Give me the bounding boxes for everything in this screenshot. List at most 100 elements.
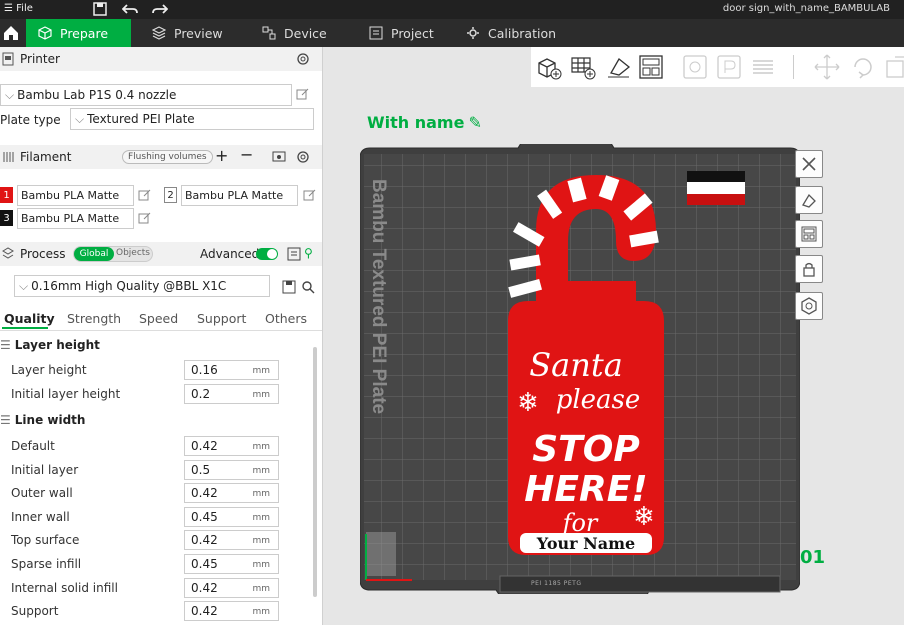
- line-width-support-input[interactable]: 0.42 mm: [184, 601, 279, 621]
- advanced-switch[interactable]: [256, 248, 278, 260]
- pencil-icon[interactable]: ✎: [468, 113, 481, 132]
- add-object-icon[interactable]: [535, 53, 563, 81]
- filament-icon: [3, 152, 14, 162]
- add-filament-icon[interactable]: +: [215, 146, 228, 165]
- move-icon[interactable]: [813, 53, 841, 81]
- compare-icon[interactable]: ⚲: [304, 246, 313, 260]
- object-name-label[interactable]: With name ✎: [367, 113, 482, 132]
- undo-icon[interactable]: [122, 1, 138, 17]
- orient-plate-icon[interactable]: [795, 186, 823, 214]
- flushing-volumes-button[interactable]: Flushing volumes: [122, 150, 213, 164]
- filament-slot-2-color[interactable]: 2: [164, 187, 177, 203]
- close-icon[interactable]: [795, 150, 823, 178]
- line-width-internal-solid-infill-input[interactable]: 0.42 mm: [184, 578, 279, 598]
- title-bar: ☰ File door sign_with_name_BAMBULAB: [0, 0, 904, 19]
- toggle-objects[interactable]: Objects: [116, 248, 150, 258]
- printer-select[interactable]: ⌵ Bambu Lab P1S 0.4 nozzle: [0, 84, 292, 106]
- document-title: door sign_with_name_BAMBULAB: [722, 3, 890, 14]
- param-label: Layer height: [11, 363, 87, 377]
- filament-slot-2[interactable]: Bambu PLA Matte: [181, 185, 298, 206]
- sign-line-stop: STOP: [532, 429, 639, 470]
- line-width-group: ☰ Line width: [0, 413, 86, 427]
- menu-file[interactable]: ☰ File: [4, 3, 33, 14]
- sign-line-here: HERE!: [524, 469, 647, 510]
- auto-orient-icon[interactable]: [605, 53, 633, 81]
- layer-height-group: ☰ Layer height: [0, 338, 100, 352]
- tab-preview[interactable]: Preview: [140, 19, 240, 47]
- plate-footer-text: PEI 1185 PETG: [531, 580, 582, 587]
- split-objects-icon[interactable]: [681, 53, 709, 81]
- process-icon: [2, 247, 14, 259]
- plate-type-select[interactable]: ⌵ Textured PEI Plate: [70, 108, 314, 130]
- layers-toolbar-icon[interactable]: [749, 53, 777, 81]
- line-width-initial-layer-input[interactable]: 0.5 mm: [184, 460, 279, 480]
- layer-height-input[interactable]: 0.16 mm: [184, 360, 279, 380]
- printer-section-header: Printer: [0, 47, 322, 71]
- filament-settings-gear-icon[interactable]: [296, 150, 310, 164]
- line-width-outer-wall-input[interactable]: 0.42 mm: [184, 483, 279, 503]
- sign-name-text: Your Name: [536, 534, 635, 553]
- filament-slot-1[interactable]: Bambu PLA Matte: [17, 185, 134, 206]
- plate-settings-icon[interactable]: [795, 292, 823, 320]
- line-width-top-surface-input[interactable]: 0.42 mm: [184, 530, 279, 550]
- add-plate-icon[interactable]: [569, 53, 597, 81]
- param-label: Initial layer height: [11, 387, 121, 401]
- home-icon[interactable]: [0, 19, 22, 47]
- printer-section-title: Printer: [20, 52, 60, 66]
- scale-icon[interactable]: [883, 53, 904, 81]
- plate-type-label: Plate type: [0, 113, 61, 127]
- tab-calibration[interactable]: Calibration: [454, 19, 564, 47]
- door-sign-object[interactable]: Santa please ❄ STOP HERE! for ❄ Your Nam…: [506, 171, 666, 555]
- edit-icon[interactable]: [138, 188, 152, 202]
- sign-snowflake-2: ❄: [633, 502, 655, 532]
- initial-layer-height-input[interactable]: 0.2 mm: [184, 384, 279, 404]
- arrange-plate-icon[interactable]: [795, 220, 823, 248]
- edit-icon[interactable]: [138, 211, 152, 225]
- edit-icon[interactable]: [296, 87, 310, 101]
- active-tab-underline: [2, 327, 48, 329]
- tab-quality[interactable]: Quality: [4, 311, 55, 326]
- flag-object[interactable]: [687, 171, 745, 205]
- split-parts-icon[interactable]: [715, 53, 743, 81]
- arrange-icon[interactable]: [637, 53, 665, 81]
- tab-prepare[interactable]: Prepare: [26, 19, 131, 47]
- calibration-icon: [467, 27, 479, 39]
- filament-slot-3-color[interactable]: 3: [0, 210, 13, 226]
- rotate-icon[interactable]: [849, 53, 877, 81]
- sign-line-please: please: [556, 385, 641, 415]
- tab-speed[interactable]: Speed: [139, 311, 178, 326]
- save-preset-icon[interactable]: [282, 280, 296, 294]
- printer-icon: [2, 52, 14, 66]
- tab-strength[interactable]: Strength: [67, 311, 121, 326]
- save-icon[interactable]: [92, 1, 108, 17]
- viewport-toolbar: [531, 47, 904, 87]
- line-width-sparse-infill-input[interactable]: 0.45 mm: [184, 554, 279, 574]
- toggle-global[interactable]: Global: [74, 247, 114, 261]
- tab-support[interactable]: Support: [197, 311, 246, 326]
- param-label: Outer wall: [11, 486, 73, 500]
- sidebar-scrollbar[interactable]: [313, 347, 317, 597]
- tab-project[interactable]: Project: [357, 19, 457, 47]
- sign-snowflake-1: ❄: [517, 388, 539, 418]
- process-preset-select[interactable]: ⌵ 0.16mm High Quality @BBL X1C: [14, 275, 270, 297]
- sync-icon[interactable]: [272, 150, 286, 164]
- edit-icon[interactable]: [303, 188, 317, 202]
- filament-slot-1-color[interactable]: 1: [0, 187, 13, 203]
- sign-line-santa: Santa: [529, 346, 623, 384]
- remove-filament-icon[interactable]: −: [240, 145, 253, 164]
- line-width-inner-wall-input[interactable]: 0.45 mm: [184, 507, 279, 527]
- 3d-viewport[interactable]: With name ✎ Bambu Textured PEI Plate PEI …: [323, 47, 904, 625]
- tab-device[interactable]: Device: [250, 19, 350, 47]
- filament-slot-3[interactable]: Bambu PLA Matte: [17, 208, 134, 229]
- redo-icon[interactable]: [152, 1, 168, 17]
- list-icon[interactable]: [287, 247, 301, 261]
- global-objects-toggle[interactable]: Global Objects: [73, 246, 153, 262]
- gear-icon[interactable]: [296, 52, 310, 66]
- line-width-default-input[interactable]: 0.42 mm: [184, 436, 279, 456]
- tab-others[interactable]: Others: [265, 311, 307, 326]
- plate-number[interactable]: 01: [800, 547, 825, 568]
- main-tab-bar: Prepare Preview Device Project Calibrati…: [0, 19, 904, 47]
- lock-icon[interactable]: [795, 255, 823, 283]
- process-section-header: Process Global Objects Advanced ⚲: [0, 242, 322, 266]
- search-icon[interactable]: [301, 280, 315, 294]
